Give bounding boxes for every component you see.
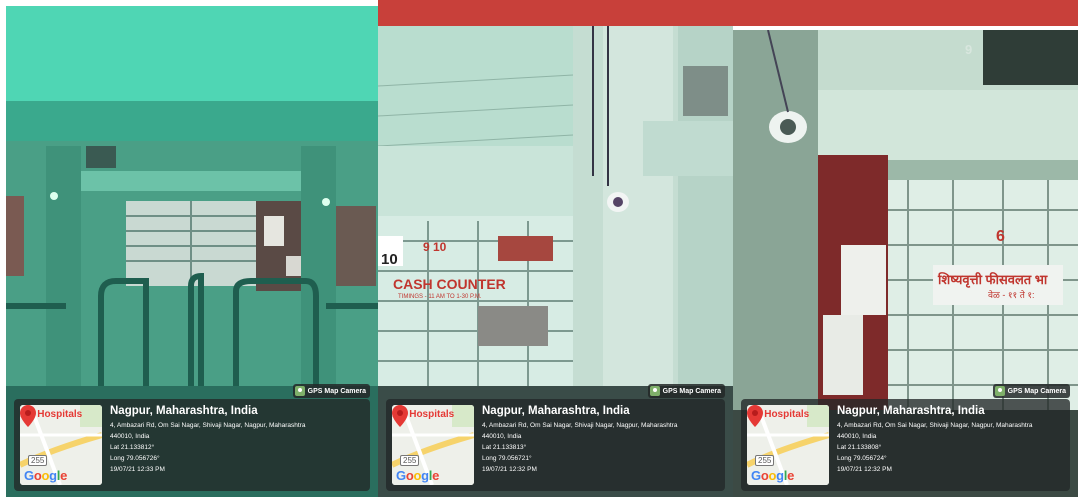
address-line-2: 440010, India	[837, 433, 877, 440]
camera-app-icon	[994, 386, 1005, 396]
timestamp: 19/07/21 12:33 PM	[110, 466, 165, 473]
photo-left: GPS Map Camera lity Hospitals 255 Google…	[6, 6, 378, 497]
address-line-2: 440010, India	[110, 433, 150, 440]
gps-badge: GPS Map Camera	[292, 384, 370, 398]
google-logo: Google	[751, 468, 795, 483]
map-pin-icon	[20, 405, 36, 427]
map-road-number: 255	[28, 455, 48, 466]
window-number: 6	[996, 228, 1005, 245]
gps-badge-label: GPS Map Camera	[1007, 387, 1066, 395]
map-thumbnail: lity Hospitals 255 Google	[392, 405, 474, 485]
google-logo: Google	[396, 468, 440, 483]
address-line-2: 440010, India	[482, 433, 522, 440]
gps-badge: GPS Map Camera	[647, 384, 725, 398]
longitude: Long 79.056721°	[482, 455, 532, 462]
counter-numbers: 9 10	[423, 240, 447, 254]
photo-middle: CASH COUNTER TIMINGS - 11 AM TO 1-30 P.M…	[378, 26, 733, 497]
timestamp: 19/07/21 12:32 PM	[837, 466, 892, 473]
google-logo: Google	[24, 468, 68, 483]
hindi-sign: शिष्यवृत्ती फीसवलत भा	[938, 272, 1048, 287]
gps-badge-label: GPS Map Camera	[662, 387, 721, 395]
map-thumbnail: lity Hospitals 255 Google	[20, 405, 102, 485]
counter-timings: TIMINGS - 11 AM TO 1-30 P.M.	[398, 294, 482, 300]
map-thumbnail: lity Hospitals 255 Google	[747, 405, 829, 485]
gps-overlay: GPS Map Camera lity Hospitals 255 Google…	[386, 384, 725, 491]
side-number: 10	[381, 251, 398, 268]
location-title: Nagpur, Maharashtra, India	[482, 405, 630, 417]
latitude: Lat 21.133813°	[482, 444, 527, 451]
gps-overlay: GPS Map Camera lity Hospitals 255 Google…	[14, 384, 370, 491]
timestamp: 19/07/21 12:32 PM	[482, 466, 537, 473]
cash-counter-sign: CASH COUNTER	[393, 276, 506, 292]
map-road-number: 255	[755, 455, 775, 466]
camera-app-icon	[294, 386, 305, 396]
camera-app-icon	[649, 386, 660, 396]
map-road-number: 255	[400, 455, 420, 466]
gps-overlay: GPS Map Camera lity Hospitals 255 Google…	[741, 384, 1070, 491]
address-line-1: 4, Ambazari Rd, Om Sai Nagar, Shivaji Na…	[837, 422, 1033, 429]
map-pin-icon	[747, 405, 763, 427]
location-info: Nagpur, Maharashtra, India 4, Ambazari R…	[482, 405, 719, 475]
latitude: Lat 21.133808°	[837, 444, 882, 451]
gps-badge-label: GPS Map Camera	[307, 387, 366, 395]
map-pin-icon	[392, 405, 408, 427]
gps-badge: GPS Map Camera	[992, 384, 1070, 398]
longitude: Long 79.056724°	[837, 455, 887, 462]
hindi-subtext: वेळ - ११ ते १:	[988, 290, 1035, 300]
latitude: Lat 21.133812°	[110, 444, 155, 451]
location-title: Nagpur, Maharashtra, India	[110, 405, 258, 417]
location-title: Nagpur, Maharashtra, India	[837, 405, 985, 417]
longitude: Long 79.056726°	[110, 455, 160, 462]
location-info: Nagpur, Maharashtra, India 4, Ambazari R…	[837, 405, 1064, 475]
address-line-1: 4, Ambazari Rd, Om Sai Nagar, Shivaji Na…	[482, 422, 678, 429]
photo-right: 6 9 शिष्यवृत्ती फीसवलत भा वेळ - ११ ते १:…	[733, 30, 1078, 497]
top-red-bar	[378, 0, 1078, 26]
top-number: 9	[965, 42, 973, 57]
address-line-1: 4, Ambazari Rd, Om Sai Nagar, Shivaji Na…	[110, 422, 306, 429]
location-info: Nagpur, Maharashtra, India 4, Ambazari R…	[110, 405, 364, 475]
